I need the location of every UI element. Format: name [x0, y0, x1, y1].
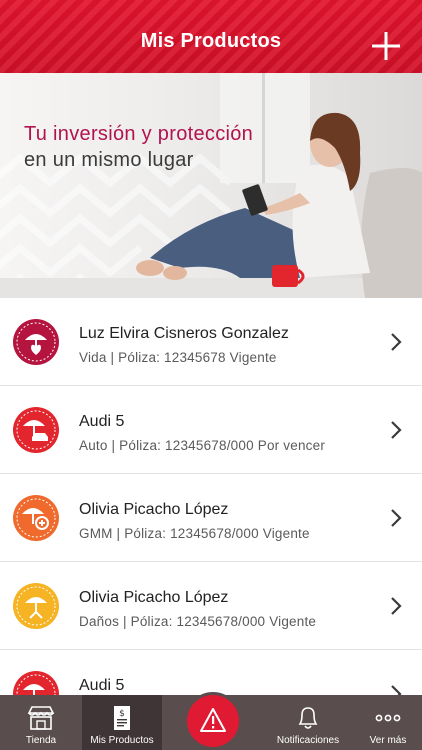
product-detail: GMM | Póliza: 12345678/000 Vigente — [79, 526, 310, 541]
plus-icon — [372, 32, 400, 60]
product-row-auto[interactable]: Audi 5 Auto | Póliza: 12345678/000 Por v… — [0, 386, 422, 474]
banner-photo — [0, 73, 422, 298]
more-icon — [375, 714, 401, 722]
header-bar: Mis Productos — [0, 0, 422, 73]
product-detail: Daños | Póliza: 12345678/000 Vigente — [79, 614, 317, 629]
tab-ver-mas[interactable]: Ver más — [354, 695, 422, 750]
product-row-vida[interactable]: Luz Elvira Cisneros Gonzalez Vida | Póli… — [0, 298, 422, 386]
damage-insurance-icon — [13, 583, 59, 629]
banner-subheadline: en un mismo lugar — [24, 149, 194, 171]
tab-label: Ver más — [369, 735, 407, 746]
product-name: Audi 5 — [79, 677, 125, 694]
product-row-gmm[interactable]: Olivia Picacho López GMM | Póliza: 12345… — [0, 474, 422, 562]
chevron-right-icon — [391, 597, 402, 615]
warning-icon — [200, 708, 226, 732]
svg-text:$: $ — [119, 709, 125, 719]
chevron-right-icon — [391, 333, 402, 351]
chevron-right-icon — [391, 421, 402, 439]
banner-headline: Tu inversión y protección — [24, 123, 254, 145]
product-name: Luz Elvira Cisneros Gonzalez — [79, 325, 289, 342]
bell-icon — [298, 707, 318, 729]
document-icon: $ — [114, 706, 130, 730]
product-list: Luz Elvira Cisneros Gonzalez Vida | Póli… — [0, 298, 422, 738]
tab-tienda[interactable]: Tienda — [0, 695, 82, 750]
product-name: Olivia Picacho López — [79, 589, 229, 606]
car-insurance-icon — [13, 407, 59, 453]
tab-label: Notificaciones — [276, 735, 340, 746]
promo-banner: Tu inversión y protección en un mismo lu… — [0, 73, 422, 298]
product-row-danos[interactable]: Olivia Picacho López Daños | Póliza: 123… — [0, 562, 422, 650]
medical-insurance-icon — [13, 495, 59, 541]
tab-label: Mis Productos — [90, 735, 154, 746]
product-name: Audi 5 — [79, 413, 125, 430]
product-detail: Auto | Póliza: 12345678/000 Por vencer — [79, 438, 326, 453]
product-detail: Vida | Póliza: 12345678 Vigente — [79, 350, 277, 365]
tab-notificaciones[interactable]: Notificaciones — [262, 695, 354, 750]
life-insurance-icon — [13, 319, 59, 365]
tab-label: Tienda — [25, 735, 57, 746]
product-name: Olivia Picacho López — [79, 501, 229, 518]
chevron-right-icon — [391, 509, 402, 527]
page-title: Mis Productos — [140, 30, 282, 52]
store-icon — [27, 706, 55, 730]
tab-mis-productos[interactable]: $ Mis Productos — [82, 695, 162, 750]
add-product-button[interactable] — [372, 32, 400, 60]
emergency-alert-button[interactable] — [187, 695, 239, 747]
